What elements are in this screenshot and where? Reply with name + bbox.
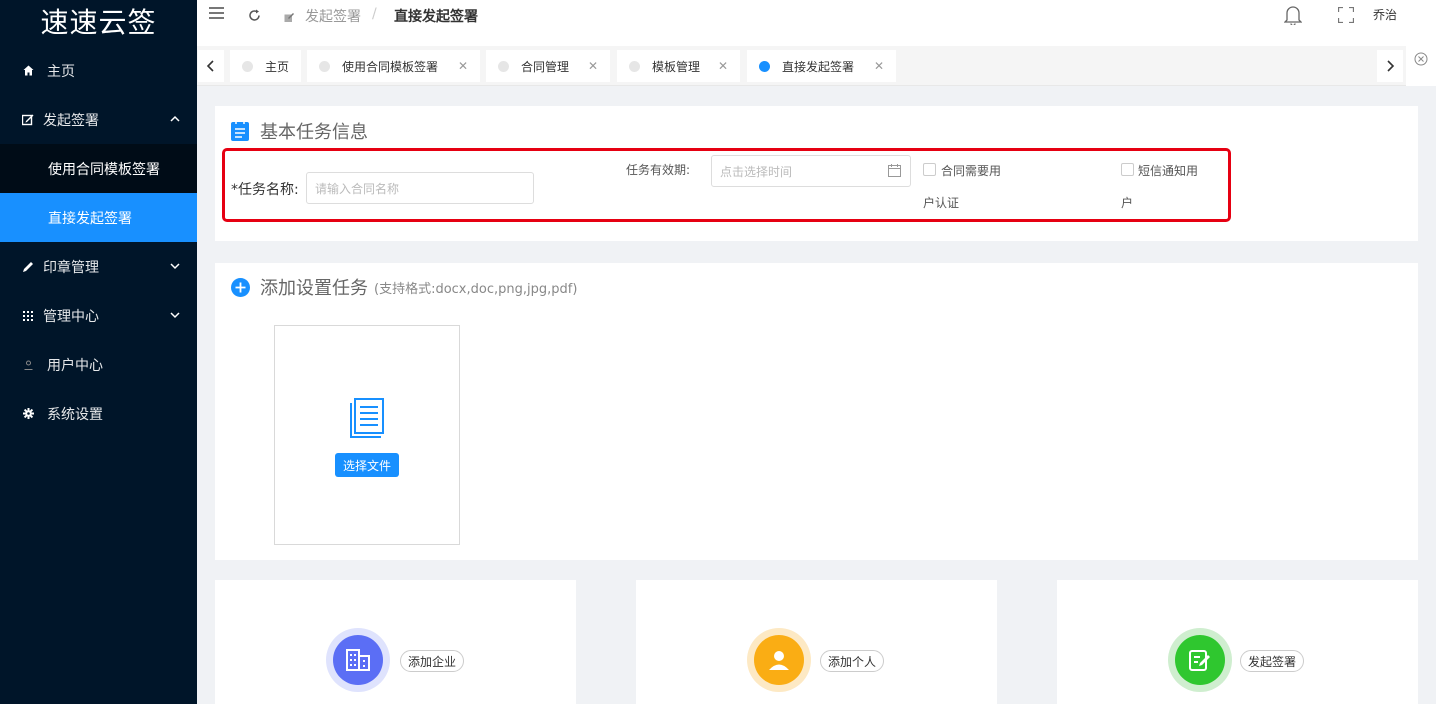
add-person-card[interactable]: 添加个人 [636,580,997,704]
sms-notify-label-line1: 短信通知用 [1138,164,1199,178]
add-task-title: 添加设置任务 (支持格式:docx,doc,png,jpg,pdf) [231,274,577,300]
task-name-input[interactable]: 请输入合同名称 [306,172,534,204]
tab-status-dot [242,60,253,72]
sidebar-item-label: 发起签署 [43,112,99,129]
fullscreen-icon[interactable] [1337,6,1355,27]
select-file-button[interactable]: 选择文件 [335,453,399,477]
user-auth-label-line1: 合同需要用 [941,164,1002,178]
breadcrumb-current: 直接发起签署 [394,9,478,25]
user-icon [22,360,34,370]
tabs-bar: 主页 使用合同模板签署 ✕ 合同管理 ✕ 模板管理 ✕ 直接发起签署 ✕ [197,46,1436,86]
tabs-scroll-right-button[interactable] [1377,50,1403,82]
tab-direct-sign[interactable]: 直接发起签署 ✕ [747,50,896,82]
validity-date-picker[interactable]: 点击选择时间 [711,155,911,187]
task-name-label: *任务名称: [231,182,299,198]
start-sign-icon-ring [1168,628,1232,692]
tab-status-dot [319,60,330,72]
sidebar-item-label: 直接发起签署 [48,210,132,227]
list-icon [231,121,249,141]
building-icon [333,635,383,685]
sign-icon [1175,635,1225,685]
validity-label: 任务有效期: [626,163,691,177]
sidebar-item-label: 管理中心 [43,308,99,325]
tab-status-dot [498,60,509,72]
sidebar-item-initiate[interactable]: 发起签署 [0,95,197,144]
supported-formats: (支持格式:docx,doc,png,jpg,pdf) [374,281,578,297]
username[interactable]: 乔治 [1373,6,1397,23]
tabs-scroll-left-button[interactable] [198,50,224,82]
tab-template-sign[interactable]: 使用合同模板签署 ✕ [307,50,480,82]
sidebar-item-label: 使用合同模板签署 [48,161,160,178]
bell-icon[interactable] [1283,5,1303,29]
close-circle-icon [1414,52,1428,66]
close-icon[interactable]: ✕ [458,59,468,73]
breadcrumb-parent[interactable]: 发起签署 [305,6,361,26]
close-all-tabs-button[interactable] [1406,46,1436,86]
sidebar-subitem-direct-sign[interactable]: 直接发起签署 [0,193,197,242]
add-company-icon-ring [326,628,390,692]
sidebar-item-label: 用户中心 [47,357,103,374]
calendar-icon [888,164,901,180]
tab-label: 合同管理 [521,59,570,74]
chevron-down-icon [170,263,180,270]
close-icon[interactable]: ✕ [718,59,728,73]
close-icon[interactable]: ✕ [588,59,598,73]
tab-status-dot [629,60,640,72]
sidebar-item-user-center[interactable]: 用户中心 [0,340,197,389]
basic-info-title: 基本任务信息 [231,118,368,144]
sidebar-item-label: 印章管理 [43,259,99,276]
sidebar-subitem-template-sign[interactable]: 使用合同模板签署 [0,144,197,193]
start-sign-button[interactable]: 发起签署 [1240,650,1305,672]
gear-icon [22,408,34,419]
sidebar-item-label: 主页 [47,63,75,80]
top-header: 发起签署 / 直接发起签署 乔治 [197,0,1436,46]
user-auth-label-line2: 户认证 [923,196,960,210]
tab-status-dot [759,60,770,72]
pen-icon [22,261,34,273]
add-person-button[interactable]: 添加个人 [820,650,885,672]
tab-label: 模板管理 [652,59,701,74]
sidebar: 速速云签 主页 发起签署 使用合同模板签署 直接发起签署 印章管理 管理中心 用… [0,0,197,704]
document-icon [347,397,387,443]
sms-notify-checkbox[interactable] [1121,163,1134,176]
sidebar-item-label: 系统设置 [47,406,103,423]
tab-label: 使用合同模板签署 [342,59,439,74]
add-person-icon-ring [747,628,811,692]
add-company-button[interactable]: 添加企业 [400,650,465,672]
grid-icon [22,310,34,321]
refresh-icon[interactable] [248,8,261,26]
breadcrumb-separator: / [372,6,377,22]
start-sign-card[interactable]: 发起签署 [1057,580,1418,704]
add-company-card[interactable]: 添加企业 [215,580,576,704]
tab-label: 直接发起签署 [782,59,855,74]
tab-label: 主页 [265,59,290,74]
sms-notify-label-line2: 户 [1121,196,1134,210]
sidebar-item-seal[interactable]: 印章管理 [0,242,197,291]
person-icon [754,635,804,685]
app-logo: 速速云签 [40,6,157,39]
user-auth-checkbox[interactable] [923,163,936,176]
close-icon[interactable]: ✕ [874,59,884,73]
plus-circle-icon [231,277,250,297]
edit-icon [22,114,34,126]
edit-icon [284,9,294,27]
sidebar-item-settings[interactable]: 系统设置 [0,389,197,438]
chevron-up-icon [170,115,180,122]
tab-template-management[interactable]: 模板管理 ✕ [617,50,740,82]
menu-toggle-icon[interactable] [209,6,224,24]
tab-home[interactable]: 主页 [230,50,301,82]
tab-contract-management[interactable]: 合同管理 ✕ [486,50,610,82]
home-icon [22,65,34,76]
sidebar-item-management[interactable]: 管理中心 [0,291,197,340]
sidebar-item-home[interactable]: 主页 [0,46,197,95]
chevron-down-icon [170,312,180,319]
